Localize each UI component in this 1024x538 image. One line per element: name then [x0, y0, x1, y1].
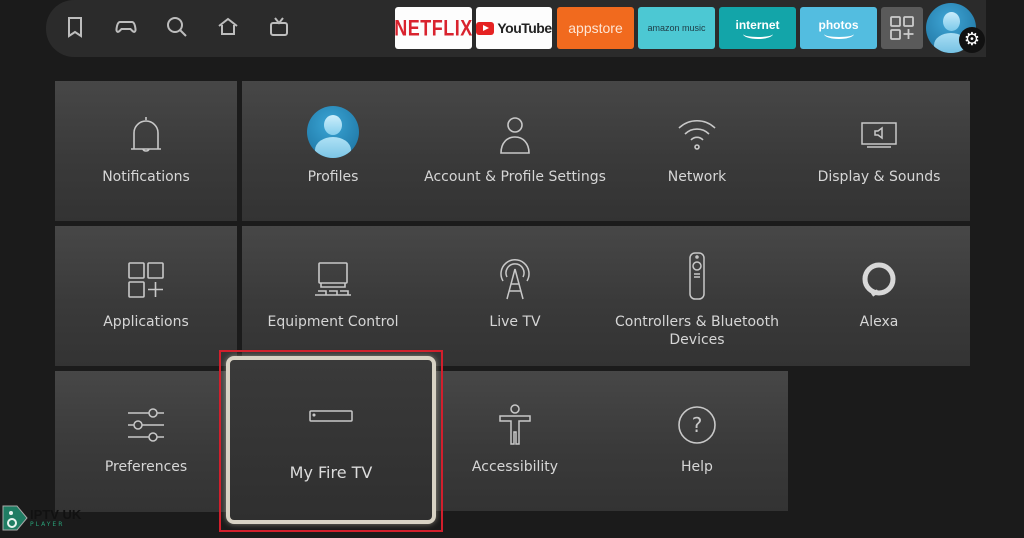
person-icon: [489, 109, 541, 161]
app-internet[interactable]: internet: [719, 7, 796, 49]
amazon-smile-icon: [823, 29, 854, 39]
tile-display-sounds[interactable]: Display & Sounds: [788, 81, 970, 221]
wifi-icon: [671, 109, 723, 161]
tile-label: Help: [681, 459, 713, 475]
tile-label: Controllers & Bluetooth Devices: [615, 314, 779, 348]
app-amazon-music[interactable]: amazon music: [638, 7, 715, 49]
search-icon[interactable]: [165, 15, 189, 39]
equipment-icon: [307, 254, 359, 306]
gamepad-icon[interactable]: [114, 15, 138, 39]
tile-alexa[interactable]: Alexa: [788, 226, 970, 366]
watermark-subtitle: PLAYER: [30, 520, 65, 528]
appstore-logo-text: appstore: [568, 20, 623, 36]
apps-grid-plus-icon[interactable]: [881, 7, 923, 49]
tile-label: Alexa: [859, 314, 899, 330]
tile-label: Preferences: [104, 459, 188, 475]
tile-label: Notifications: [102, 169, 190, 185]
tile-label: Display & Sounds: [817, 169, 941, 185]
tile-help[interactable]: ? Help: [606, 371, 788, 511]
svg-text:?: ?: [692, 413, 703, 437]
tile-accessibility[interactable]: Accessibility: [424, 371, 606, 511]
home-icon[interactable]: [216, 15, 240, 39]
tile-notifications[interactable]: Notifications: [55, 81, 237, 221]
tile-applications[interactable]: Applications: [55, 226, 237, 366]
profile-avatar-icon: [307, 106, 359, 158]
amazon-music-logo-text: amazon music: [647, 23, 706, 33]
tile-controllers-bluetooth[interactable]: Controllers & Bluetooth Devices: [606, 226, 788, 366]
watermark-title: IPTV UK: [30, 506, 82, 522]
tile-label: Profiles: [307, 169, 359, 185]
help-icon: ?: [671, 399, 723, 451]
iptv-logo-icon: [2, 505, 28, 531]
display-sound-icon: [853, 109, 905, 161]
bookmark-icon[interactable]: [63, 15, 87, 39]
watermark-logo: IPTV UK PLAYER: [0, 500, 81, 536]
amazon-smile-icon: [742, 29, 773, 39]
tile-network[interactable]: Network: [606, 81, 788, 221]
accessibility-icon: [489, 399, 541, 451]
tile-label: Equipment Control: [267, 314, 399, 330]
app-photos[interactable]: photos: [800, 7, 877, 49]
tile-label: Network: [667, 169, 727, 185]
app-appstore[interactable]: appstore: [557, 7, 634, 49]
youtube-logo-text: YouTube: [497, 20, 552, 36]
live-tv-icon[interactable]: [267, 15, 291, 39]
tile-label: Applications: [103, 314, 189, 330]
fire-tv-device-icon: [309, 408, 353, 427]
sliders-icon: [120, 399, 172, 451]
tile-account-profile-settings[interactable]: Account & Profile Settings: [424, 81, 606, 221]
tile-label: Live TV: [489, 314, 541, 330]
tile-preferences[interactable]: Preferences: [55, 371, 237, 512]
gear-icon[interactable]: ⚙: [959, 27, 985, 53]
bell-icon: [120, 109, 172, 161]
remote-icon: [671, 248, 723, 304]
apps-icon: [120, 254, 172, 306]
tile-live-tv[interactable]: Live TV: [424, 226, 606, 366]
alexa-icon: [853, 254, 905, 306]
tile-profiles[interactable]: Profiles: [242, 81, 424, 221]
app-netflix[interactable]: NETFLIX: [395, 7, 472, 49]
tile-my-fire-tv[interactable]: My Fire TV: [226, 356, 436, 524]
tile-label: Accessibility: [471, 459, 559, 475]
app-youtube[interactable]: YouTube: [476, 7, 552, 49]
tile-label: My Fire TV: [289, 463, 373, 482]
youtube-play-icon: [476, 21, 495, 35]
netflix-logo-text: NETFLIX: [395, 14, 472, 40]
tile-equipment-control[interactable]: Equipment Control: [242, 226, 424, 366]
antenna-icon: [489, 254, 541, 306]
tile-label: Account & Profile Settings: [424, 169, 606, 185]
